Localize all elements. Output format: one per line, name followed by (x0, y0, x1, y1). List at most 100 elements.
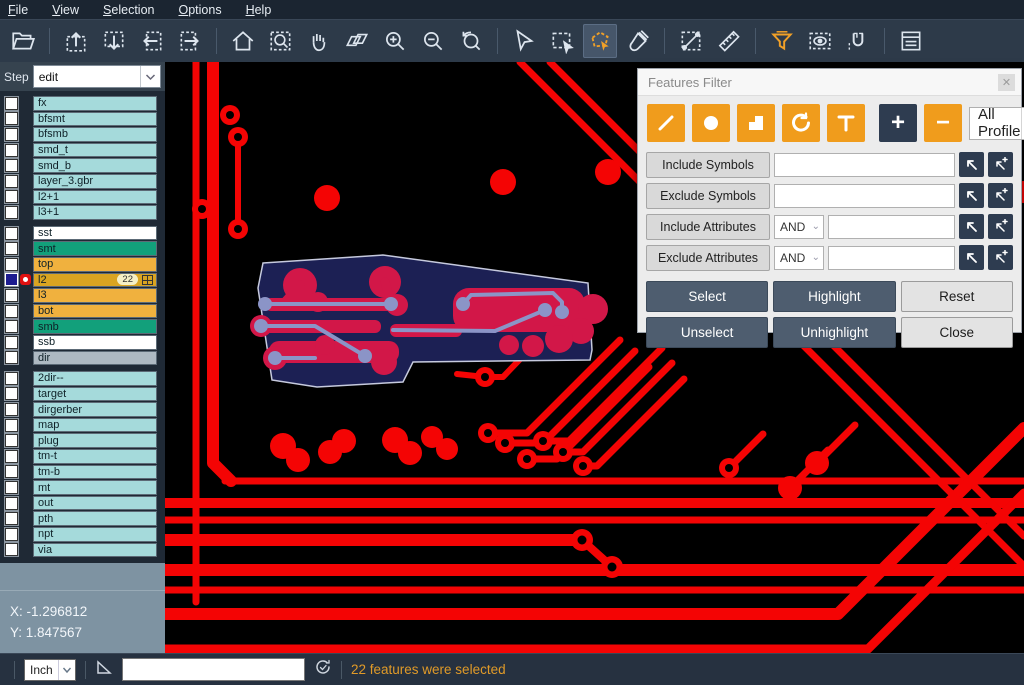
layer-row-mt[interactable]: mt (0, 480, 165, 495)
zoom-region-icon[interactable] (264, 24, 298, 58)
highlight-button[interactable]: Highlight (773, 281, 895, 312)
refresh-status-icon[interactable] (314, 658, 332, 681)
text-filter-icon[interactable] (827, 104, 865, 142)
layer-row-l3[interactable]: l3 (0, 288, 165, 303)
pan-left-icon[interactable] (135, 24, 169, 58)
layer-name[interactable]: dirgerber (33, 402, 157, 417)
layer-visibility-checkbox[interactable] (5, 320, 18, 333)
layer-visibility-checkbox[interactable] (5, 227, 18, 240)
layer-row-ssb[interactable]: ssb (0, 335, 165, 350)
menu-file[interactable]: File (8, 3, 28, 17)
layer-row-2dir--[interactable]: 2dir-- (0, 371, 165, 386)
exclude-attributes-operator-select[interactable]: AND ⌄ (774, 246, 824, 270)
layer-name[interactable]: layer_3.gbr (33, 174, 157, 189)
layer-visibility-checkbox[interactable] (5, 497, 18, 510)
layer-name[interactable]: smd_b (33, 158, 157, 173)
layer-row-dir[interactable]: dir (0, 351, 165, 366)
layer-name[interactable]: smt (33, 241, 157, 256)
layer-name[interactable]: dir (33, 351, 157, 366)
layer-name[interactable]: smb (33, 319, 157, 334)
select-polygon-icon[interactable] (583, 24, 617, 58)
layer-visibility-checkbox[interactable] (5, 289, 18, 302)
layer-row-bfsmb[interactable]: bfsmb (0, 127, 165, 142)
layer-row-top[interactable]: top (0, 257, 165, 272)
step-select[interactable]: edit (33, 65, 161, 88)
surface-filter-icon[interactable] (737, 104, 775, 142)
measure-line-icon[interactable] (674, 24, 708, 58)
menu-options[interactable]: Options (178, 3, 221, 17)
layer-row-out[interactable]: out (0, 496, 165, 511)
include-symbols-input[interactable] (774, 153, 955, 177)
measure-ruler-icon[interactable] (712, 24, 746, 58)
layer-name[interactable]: fx (33, 96, 157, 111)
command-input[interactable] (122, 658, 305, 681)
layer-name[interactable]: plug (33, 433, 157, 448)
include-attributes-input[interactable] (828, 215, 955, 239)
layer-visibility-checkbox[interactable] (5, 450, 18, 463)
layer-name[interactable]: smd_t (33, 143, 157, 158)
layer-visibility-checkbox[interactable] (5, 387, 18, 400)
layer-name[interactable]: l3+1 (33, 205, 157, 220)
line-filter-icon[interactable] (647, 104, 685, 142)
angle-mode-icon[interactable] (95, 658, 113, 681)
open-folder-icon[interactable] (6, 24, 40, 58)
pick-add-symbol-icon[interactable] (988, 183, 1013, 208)
pan-up-icon[interactable] (59, 24, 93, 58)
layer-name[interactable]: ssb (33, 335, 157, 350)
pick-symbol-icon[interactable] (959, 183, 984, 208)
layer-row-bot[interactable]: bot (0, 304, 165, 319)
layer-row-tm-b[interactable]: tm-b (0, 465, 165, 480)
snap-magnet-icon[interactable] (841, 24, 875, 58)
layer-visibility-checkbox[interactable] (5, 403, 18, 416)
layer-row-fx[interactable]: fx (0, 96, 165, 111)
layer-row-layer_3.gbr[interactable]: layer_3.gbr (0, 174, 165, 189)
features-filter-icon[interactable] (765, 24, 799, 58)
select-rectangle-icon[interactable] (545, 24, 579, 58)
pan-right-icon[interactable] (173, 24, 207, 58)
pan-hand-icon[interactable] (302, 24, 336, 58)
reset-button[interactable]: Reset (901, 281, 1013, 312)
units-select[interactable]: Inch (24, 659, 76, 681)
layer-row-pth[interactable]: pth (0, 511, 165, 526)
menu-help[interactable]: Help (246, 3, 272, 17)
layer-row-target[interactable]: target (0, 387, 165, 402)
pick-attribute-icon[interactable] (959, 214, 984, 239)
layer-row-bfsmt[interactable]: bfsmt (0, 112, 165, 127)
layer-visibility-checkbox[interactable] (5, 112, 18, 125)
layer-visibility-checkbox[interactable] (5, 528, 18, 541)
menu-selection[interactable]: Selection (103, 3, 154, 17)
layer-name[interactable]: 2dir-- (33, 371, 157, 386)
profile-select[interactable]: All Profile (969, 107, 1024, 140)
layer-row-sst[interactable]: sst (0, 226, 165, 241)
layer-visibility-checkbox[interactable] (5, 159, 18, 172)
layer-visibility-checkbox[interactable] (5, 128, 18, 141)
layer-visibility-checkbox[interactable] (5, 336, 18, 349)
menu-view[interactable]: View (52, 3, 79, 17)
close-icon[interactable]: ✕ (998, 74, 1015, 91)
clear-brush-icon[interactable] (621, 24, 655, 58)
layer-visibility-checkbox[interactable] (5, 258, 18, 271)
exclude-attributes-input[interactable] (828, 246, 955, 270)
layer-name[interactable]: sst (33, 226, 157, 241)
layer-visibility-checkbox[interactable] (5, 465, 18, 478)
layer-name[interactable]: l3 (33, 288, 157, 303)
layer-name[interactable]: top (33, 257, 157, 272)
layer-visibility-checkbox[interactable] (5, 97, 18, 110)
remove-filter-icon[interactable]: − (924, 104, 962, 142)
layer-name[interactable]: tm-b (33, 465, 157, 480)
layer-row-smd_b[interactable]: smd_b (0, 158, 165, 173)
pick-add-attribute-icon[interactable] (988, 245, 1013, 270)
zoom-out-icon[interactable] (416, 24, 450, 58)
layer-name[interactable]: map (33, 418, 157, 433)
layer-name[interactable]: target (33, 387, 157, 402)
layer-row-npt[interactable]: npt (0, 527, 165, 542)
zoom-polygon-icon[interactable] (340, 24, 374, 58)
zoom-previous-icon[interactable] (454, 24, 488, 58)
layer-name[interactable]: l2+1 (33, 190, 157, 205)
pad-filter-icon[interactable] (692, 104, 730, 142)
layer-visibility-checkbox[interactable] (5, 190, 18, 203)
view-options-icon[interactable] (803, 24, 837, 58)
layers-panel-icon[interactable] (894, 24, 928, 58)
close-button[interactable]: Close (901, 317, 1013, 348)
layer-visibility-checkbox[interactable] (5, 242, 18, 255)
